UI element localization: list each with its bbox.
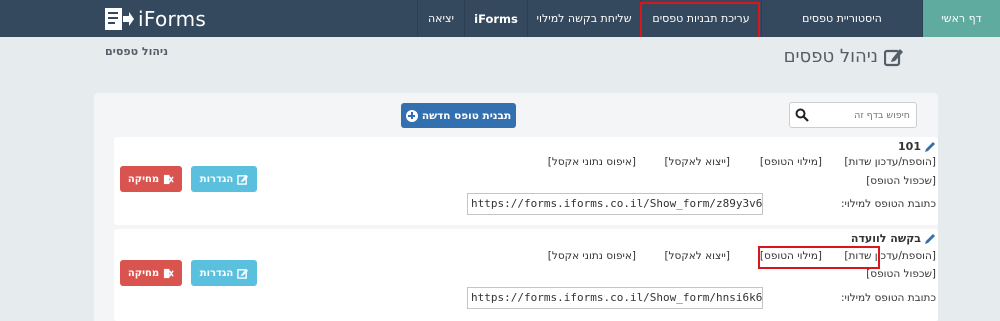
delete-button[interactable]: מחיקה bbox=[120, 260, 182, 286]
delete-label: מחיקה bbox=[127, 267, 160, 279]
settings-label: הגדרות bbox=[199, 267, 234, 279]
page-title: ניהול טפסים bbox=[784, 46, 904, 67]
form-url-label: כתובת הטופס למילוי: bbox=[840, 198, 936, 210]
nav-forms-history[interactable]: היסטוריית טפסים bbox=[762, 0, 922, 37]
nav-home[interactable]: דף ראשי bbox=[923, 0, 1000, 37]
nav-divider bbox=[464, 0, 465, 37]
edit-fields-link[interactable]: [הוספת/עדכון שדות] bbox=[844, 156, 936, 168]
nav-divider bbox=[417, 0, 418, 37]
form-name: בקשה לוועדה bbox=[850, 232, 921, 245]
fill-form-link[interactable]: [מילוי הטופס] bbox=[760, 156, 822, 168]
nav-iforms[interactable]: iForms bbox=[465, 0, 527, 37]
form-url-field[interactable]: https://forms.iforms.co.il/Show_form/hns… bbox=[467, 287, 763, 309]
form-logo-icon bbox=[105, 8, 134, 30]
delete-label: מחיקה bbox=[127, 173, 160, 185]
reset-excel-link[interactable]: [איפוס נתוני אקסל] bbox=[548, 250, 636, 262]
duplicate-form-link[interactable]: [שכפול הטופס] bbox=[866, 268, 936, 280]
settings-label: הגדרות bbox=[199, 173, 234, 185]
brand-name: iForms bbox=[138, 7, 207, 31]
breadcrumb: ניהול טפסים bbox=[105, 45, 169, 58]
highlight-box bbox=[640, 2, 760, 40]
page-title-text: ניהול טפסים bbox=[783, 46, 878, 67]
edit-square-icon bbox=[237, 174, 249, 185]
plus-circle-icon bbox=[405, 109, 418, 122]
duplicate-form-link[interactable]: [שכפול הטופס] bbox=[866, 175, 936, 187]
delete-icon bbox=[164, 174, 174, 184]
brand-logo[interactable]: iForms bbox=[104, 7, 206, 31]
settings-button[interactable]: הגדרות bbox=[191, 166, 257, 192]
edit-square-icon bbox=[237, 268, 249, 279]
export-excel-link[interactable]: [ייצוא לאקסל] bbox=[664, 250, 730, 262]
form-url-field[interactable]: https://forms.iforms.co.il/Show_form/z89… bbox=[467, 193, 763, 215]
search-box[interactable] bbox=[789, 102, 917, 128]
export-excel-link[interactable]: [ייצוא לאקסל] bbox=[664, 156, 730, 168]
nav-divider bbox=[922, 0, 923, 37]
search-input[interactable] bbox=[806, 103, 910, 127]
nav-divider bbox=[527, 0, 528, 37]
form-title[interactable]: 101 bbox=[898, 140, 936, 153]
pencil-icon bbox=[925, 233, 935, 244]
reset-excel-link[interactable]: [איפוס נתוני אקסל] bbox=[548, 156, 636, 168]
delete-icon bbox=[164, 268, 174, 278]
nav-divider bbox=[761, 0, 762, 37]
new-template-label: תבנית טופס חדשה bbox=[421, 109, 512, 122]
pencil-icon bbox=[925, 141, 935, 152]
form-url-label: כתובת הטופס למילוי: bbox=[840, 292, 936, 304]
form-name: 101 bbox=[898, 140, 921, 153]
new-template-button[interactable]: תבנית טופס חדשה bbox=[401, 103, 516, 128]
nav-send-request[interactable]: שליחת בקשה למילוי bbox=[528, 0, 640, 37]
edit-icon bbox=[884, 48, 903, 66]
form-title[interactable]: בקשה לוועדה bbox=[851, 232, 936, 245]
delete-button[interactable]: מחיקה bbox=[120, 166, 182, 192]
settings-button[interactable]: הגדרות bbox=[191, 260, 257, 286]
nav-logout[interactable]: יציאה bbox=[418, 0, 464, 37]
highlight-box bbox=[758, 246, 880, 269]
top-navbar: iForms דף ראשי היסטוריית טפסים עריכת תבנ… bbox=[0, 0, 1000, 37]
